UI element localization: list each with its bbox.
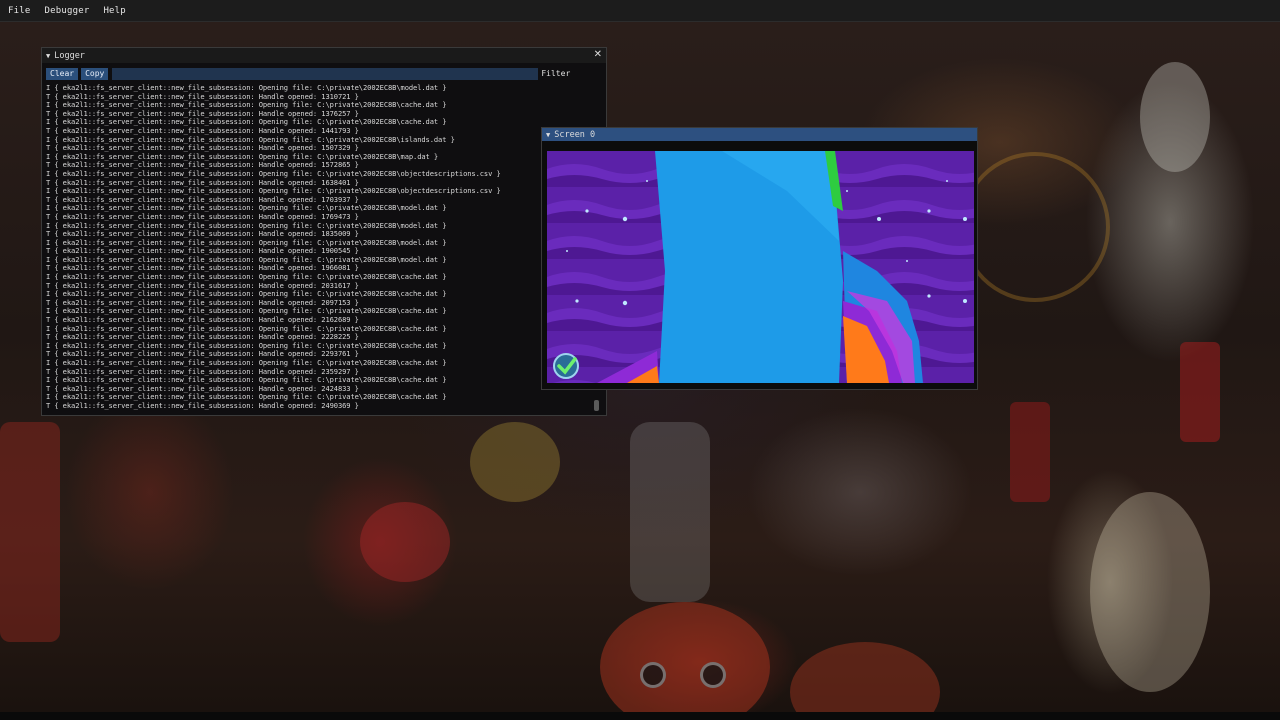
- wallpaper-figure: [1090, 492, 1210, 692]
- checkmark-icon[interactable]: [553, 353, 579, 379]
- wallpaper-figure: [0, 422, 60, 642]
- wallpaper-wheel: [960, 152, 1110, 302]
- log-line: T { eka2l1::fs_server_client::new_file_s…: [46, 400, 359, 410]
- menu-help[interactable]: Help: [99, 6, 129, 16]
- menu-debugger[interactable]: Debugger: [40, 6, 93, 16]
- menu-bar: File Debugger Help: [0, 0, 1280, 22]
- menu-file[interactable]: File: [4, 6, 34, 16]
- logger-toolbar: Clear Copy Filter: [46, 67, 602, 80]
- filter-input[interactable]: [112, 67, 539, 80]
- game-viewport[interactable]: [547, 151, 974, 383]
- close-icon[interactable]: ✕: [594, 49, 602, 60]
- wallpaper-figure: [630, 422, 710, 602]
- logger-window: ▼ Logger ✕ Clear Copy Filter I { eka2l1:…: [41, 47, 607, 416]
- wallpaper-figure: [600, 602, 770, 712]
- filter-label: Filter: [541, 69, 571, 78]
- logger-title-bar[interactable]: ▼ Logger ✕: [42, 48, 606, 63]
- wallpaper-figure: [470, 422, 560, 502]
- wallpaper-figure: [1140, 62, 1210, 172]
- wallpaper-figure: [360, 502, 450, 582]
- wallpaper-eye: [640, 662, 666, 688]
- copy-button[interactable]: Copy: [81, 67, 109, 80]
- wallpaper-lantern: [1010, 402, 1050, 502]
- screen-title: Screen 0: [554, 129, 596, 140]
- game-scene: [547, 151, 974, 383]
- clear-button[interactable]: Clear: [46, 67, 79, 80]
- screen-title-bar[interactable]: ▼ Screen 0: [542, 128, 977, 141]
- triangle-down-icon[interactable]: ▼: [46, 52, 50, 60]
- wallpaper-figure: [790, 642, 940, 712]
- log-scrollbar-grip[interactable]: [594, 400, 599, 411]
- screen-window: ▼ Screen 0: [541, 127, 978, 390]
- logger-title: Logger: [54, 50, 85, 61]
- wallpaper-eye: [700, 662, 726, 688]
- wallpaper-lantern: [1180, 342, 1220, 442]
- triangle-down-icon[interactable]: ▼: [546, 131, 550, 139]
- log-output[interactable]: I { eka2l1::fs_server_client::new_file_s…: [46, 84, 546, 412]
- bottom-bar: [0, 712, 1280, 720]
